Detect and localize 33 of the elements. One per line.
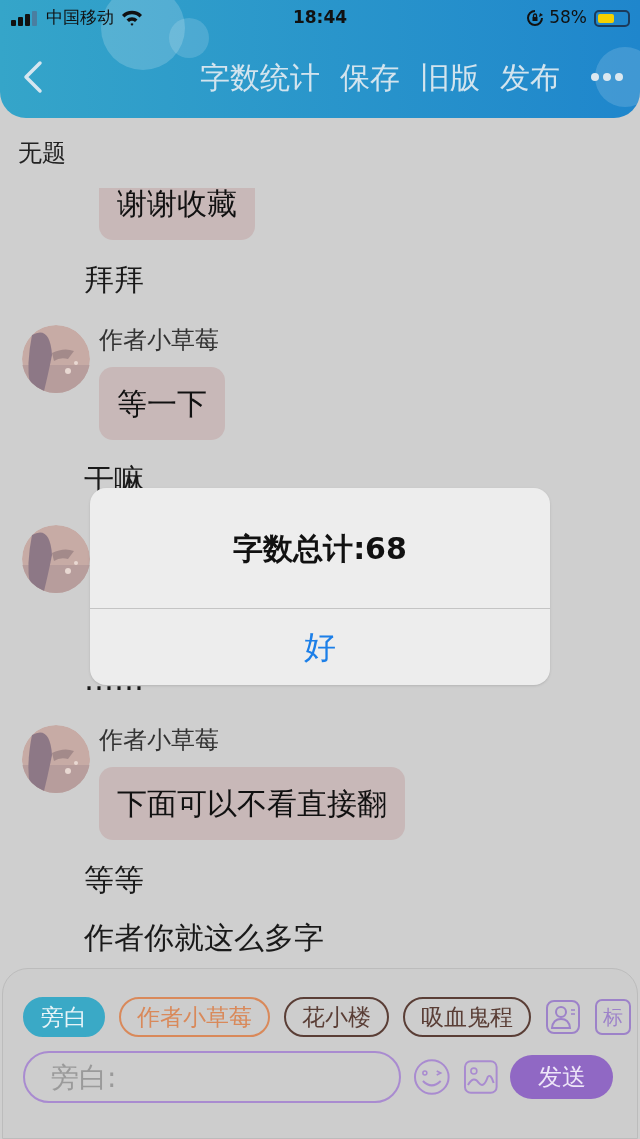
back-icon[interactable]	[22, 60, 44, 94]
rotation-lock-icon	[526, 9, 545, 27]
bubble-decoration-drawing	[595, 47, 640, 107]
battery-icon	[594, 9, 630, 27]
battery-percent: 58%	[549, 6, 587, 30]
contact-card-icon[interactable]	[545, 999, 581, 1035]
wifi-icon	[120, 9, 144, 27]
role-chip[interactable]: 作者小草莓	[119, 997, 270, 1037]
message-bubble: 等一下	[99, 367, 225, 440]
toolbar-button[interactable]: 旧版	[420, 54, 480, 100]
message-bubble: 下面可以不看直接翻	[99, 767, 405, 840]
role-chip[interactable]: 花小楼	[284, 997, 389, 1037]
narration-text: 拜拜	[83, 260, 145, 299]
carrier-name: 中国移动	[46, 6, 114, 30]
story-title: 无题	[17, 138, 67, 169]
character-name: 作者小草莓	[99, 325, 219, 355]
emoji-icon[interactable]	[413, 1058, 451, 1096]
role-chip[interactable]: 旁白	[23, 997, 105, 1037]
toolbar-button[interactable]: 字数统计	[200, 54, 320, 100]
toolbar-button[interactable]: 发布	[500, 54, 560, 100]
status-time: 18:44	[291, 6, 349, 30]
alert-title: 字数总计:68	[232, 529, 408, 568]
toolbar-button[interactable]: 保存	[340, 54, 400, 100]
mark-button[interactable]: 标	[595, 999, 631, 1035]
narration-text: 等等	[83, 860, 145, 899]
image-icon[interactable]	[462, 1059, 499, 1095]
more-icon[interactable]	[590, 72, 624, 82]
signal-icon	[10, 10, 40, 26]
send-button[interactable]: 发送	[510, 1055, 613, 1099]
narration-text: 作者你就这么多字	[83, 918, 325, 957]
message-bubble: 谢谢收藏	[99, 188, 255, 240]
character-name: 作者小草莓	[99, 725, 219, 755]
role-chip[interactable]: 吸血鬼程	[403, 997, 531, 1037]
